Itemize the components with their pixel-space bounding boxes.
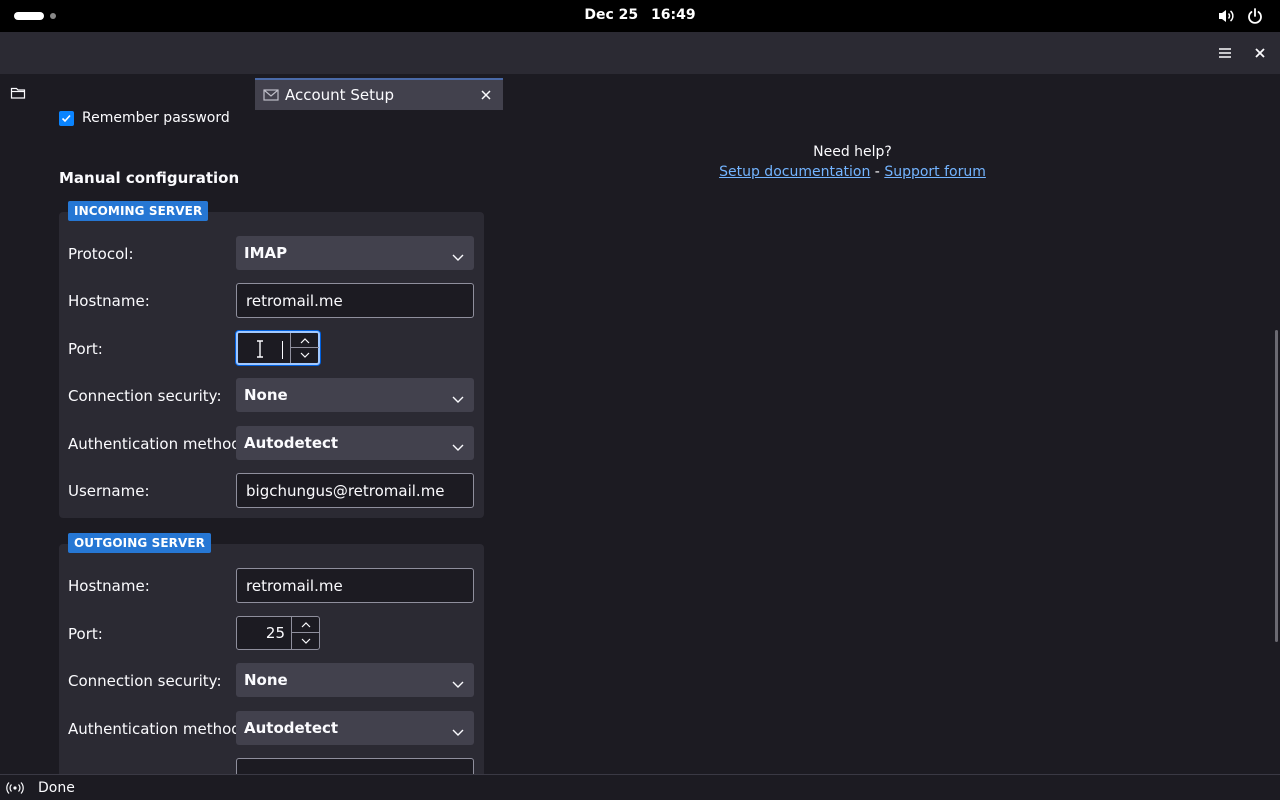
clock[interactable]: Dec 25 16:49 xyxy=(0,7,1280,23)
incoming-port-row: Port: xyxy=(68,331,478,367)
port-label: Port: xyxy=(68,340,103,358)
port-value: 25 xyxy=(265,624,285,642)
window-titlebar xyxy=(0,32,1280,74)
remember-password-label: Remember password xyxy=(82,110,230,126)
connection-icon xyxy=(6,781,24,795)
remember-password-checkbox[interactable]: Remember password xyxy=(59,110,230,126)
text-caret xyxy=(282,341,283,359)
incoming-server-panel: INCOMING SERVER Protocol: IMAP Hostname:… xyxy=(59,201,484,518)
outgoing-hostname-input[interactable]: retromail.me xyxy=(236,568,474,603)
text-cursor-icon xyxy=(255,339,265,359)
port-label: Port: xyxy=(68,625,103,643)
tab-label: Account Setup xyxy=(285,86,394,104)
status-text: Done xyxy=(38,780,75,796)
chevron-down-icon xyxy=(452,723,464,736)
chevron-down-icon[interactable] xyxy=(292,633,320,649)
outgoing-hostname-row: Hostname: retromail.me xyxy=(68,568,478,604)
incoming-username-row: Username: bigchungus@retromail.me xyxy=(68,473,478,509)
outgoing-port-stepper[interactable]: 25 xyxy=(236,616,320,650)
protocol-value: IMAP xyxy=(244,244,288,262)
outgoing-server-tag: OUTGOING SERVER xyxy=(68,533,212,553)
incoming-auth-row: Authentication method: Autodetect xyxy=(68,426,478,462)
help-title: Need help? xyxy=(813,144,892,160)
tab-strip xyxy=(0,74,1280,110)
outgoing-auth-row: Authentication method: Autodetect xyxy=(68,711,478,747)
support-forum-link[interactable]: Support forum xyxy=(884,164,986,180)
chevron-down-icon xyxy=(452,248,464,261)
incoming-port-stepper[interactable] xyxy=(236,331,320,365)
scrollbar-thumb[interactable] xyxy=(1275,330,1278,642)
power-icon[interactable] xyxy=(1246,7,1264,25)
auth-value: Autodetect xyxy=(244,434,339,452)
outgoing-server-panel: OUTGOING SERVER Hostname: retromail.me P… xyxy=(59,533,484,774)
account-setup-page: Remember password Need help? Setup docum… xyxy=(0,110,1280,774)
outgoing-security-row: Connection security: None xyxy=(68,663,478,699)
tab-close-icon[interactable] xyxy=(477,86,495,104)
incoming-auth-select[interactable]: Autodetect xyxy=(236,426,474,460)
hostname-value: retromail.me xyxy=(246,577,343,595)
system-top-bar: Dec 25 16:49 xyxy=(0,0,1280,32)
port-stepper-buttons xyxy=(291,617,320,649)
setup-documentation-link[interactable]: Setup documentation xyxy=(719,164,870,180)
connection-security-label: Connection security: xyxy=(68,672,222,690)
authentication-method-label: Authentication method: xyxy=(68,435,246,453)
connection-security-label: Connection security: xyxy=(68,387,222,405)
username-label: Username: xyxy=(68,482,150,500)
port-stepper-buttons xyxy=(290,333,319,363)
incoming-server-tag: INCOMING SERVER xyxy=(68,201,209,221)
incoming-username-input[interactable]: bigchungus@retromail.me xyxy=(236,473,474,508)
tab-account-setup[interactable]: Account Setup xyxy=(255,78,503,110)
incoming-hostname-input[interactable]: retromail.me xyxy=(236,283,474,318)
incoming-security-select[interactable]: None xyxy=(236,378,474,412)
incoming-protocol-select[interactable]: IMAP xyxy=(236,236,474,270)
chevron-up-icon[interactable] xyxy=(292,617,320,633)
outgoing-username-input[interactable] xyxy=(236,758,474,774)
help-panel: Need help? Setup documentation - Support… xyxy=(700,144,1005,180)
outgoing-port-row: Port: 25 xyxy=(68,616,478,652)
outgoing-security-select[interactable]: None xyxy=(236,663,474,697)
chevron-down-icon[interactable] xyxy=(291,348,319,363)
authentication-method-label: Authentication method: xyxy=(68,720,246,738)
chevron-down-icon xyxy=(452,390,464,403)
status-bar: Done xyxy=(0,774,1280,800)
incoming-hostname-row: Hostname: retromail.me xyxy=(68,283,478,319)
help-separator: - xyxy=(874,164,880,180)
username-value: bigchungus@retromail.me xyxy=(246,482,445,500)
mail-icon xyxy=(263,88,279,102)
incoming-protocol-row: Protocol: IMAP xyxy=(68,236,478,272)
chevron-up-icon[interactable] xyxy=(291,333,319,348)
outgoing-auth-select[interactable]: Autodetect xyxy=(236,711,474,745)
outgoing-username-row-partial xyxy=(68,758,478,774)
clock-date: Dec 25 xyxy=(584,7,639,23)
chevron-down-icon xyxy=(452,438,464,451)
security-value: None xyxy=(244,671,288,689)
manual-configuration-heading: Manual configuration xyxy=(59,169,240,187)
close-icon[interactable] xyxy=(1249,42,1271,64)
folder-icon[interactable] xyxy=(10,86,30,102)
protocol-label: Protocol: xyxy=(68,245,134,263)
auth-value: Autodetect xyxy=(244,719,339,737)
security-value: None xyxy=(244,386,288,404)
hostname-label: Hostname: xyxy=(68,292,150,310)
checkbox-checked-icon[interactable] xyxy=(59,110,74,126)
clock-time: 16:49 xyxy=(651,7,696,23)
chevron-down-icon xyxy=(452,675,464,688)
hostname-label: Hostname: xyxy=(68,577,150,595)
hostname-value: retromail.me xyxy=(246,292,343,310)
volume-icon[interactable] xyxy=(1217,7,1235,25)
menu-icon[interactable] xyxy=(1214,42,1236,64)
incoming-security-row: Connection security: None xyxy=(68,378,478,414)
